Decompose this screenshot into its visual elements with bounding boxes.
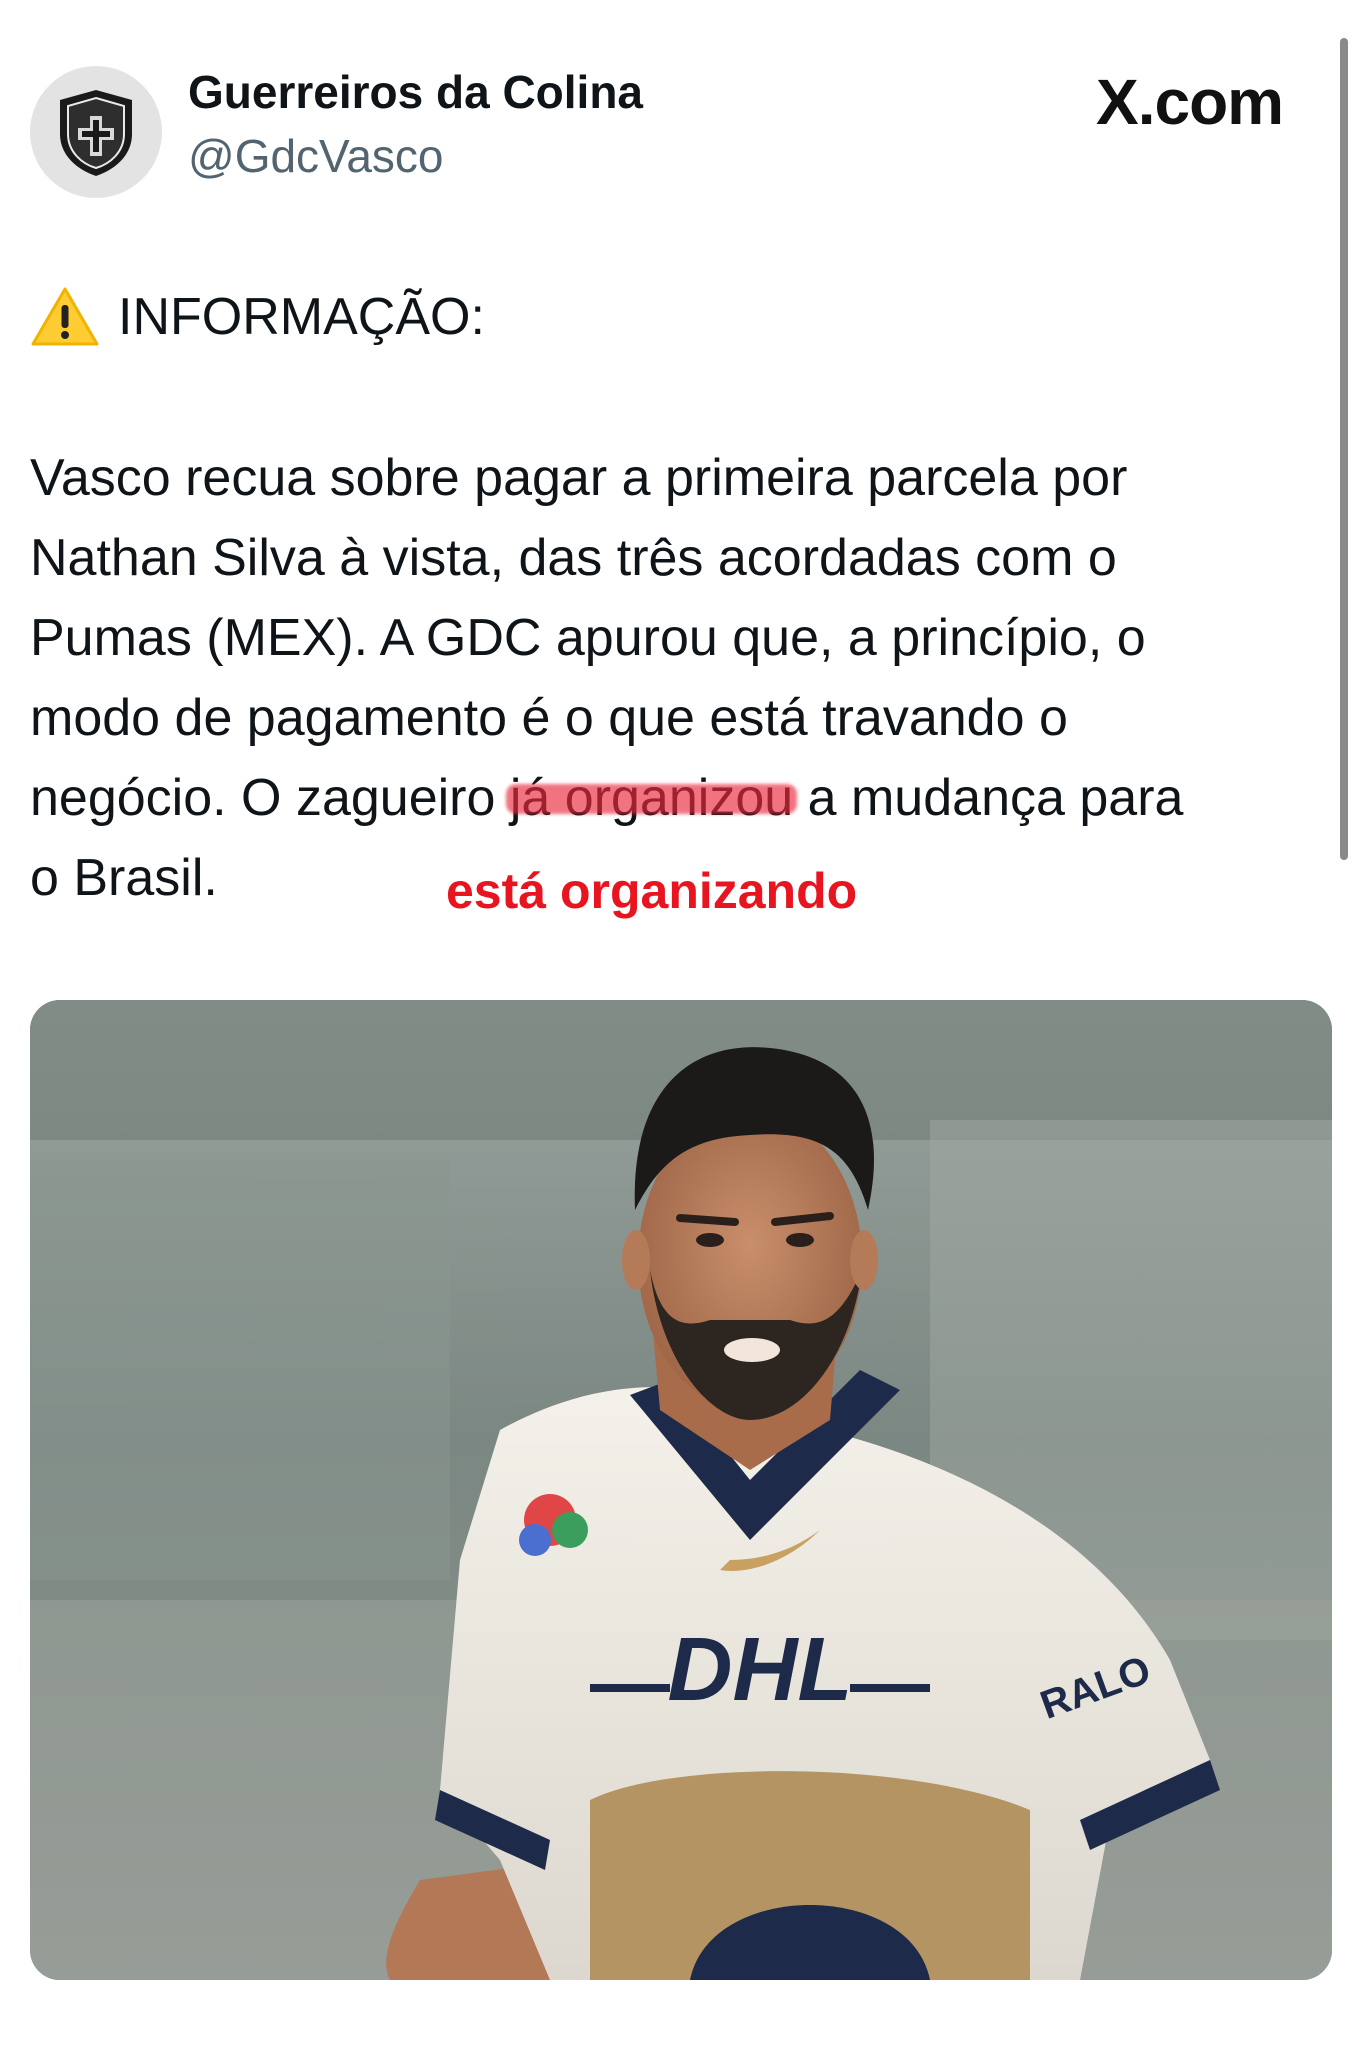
tweet-text-line: Pumas (MEX). A GDC apurou que, a princíp… (30, 609, 1146, 667)
struck-out-text: já organizou (505, 758, 798, 838)
info-label: INFORMAÇÃO: (118, 288, 485, 346)
warning-icon (31, 287, 99, 346)
user-handle[interactable]: @GdcVasco (188, 128, 444, 184)
tweet-text: Vasco recua sobre pagar a primeira parce… (30, 438, 1330, 918)
scrollbar[interactable] (1340, 38, 1348, 860)
tweet-text-segment: negócio. O zagueiro (30, 769, 510, 827)
display-name[interactable]: Guerreiros da Colina (188, 64, 643, 120)
info-heading: INFORMAÇÃO: (30, 282, 485, 352)
tweet-text-line: Nathan Silva à vista, das três acordadas… (30, 529, 1117, 587)
source-watermark: X.com (1096, 66, 1284, 138)
tweet-text-line: negócio. O zagueiro já organizou a mudan… (30, 758, 1330, 838)
tweet-text-line: Vasco recua sobre pagar a primeira parce… (30, 449, 1128, 507)
player-photo: DHL RALO (30, 1000, 1332, 1980)
tweet-photo[interactable]: DHL RALO (30, 1000, 1332, 1980)
avatar[interactable] (30, 66, 162, 198)
correction-annotation: está organizando (446, 863, 858, 919)
shirt-sponsor-text: DHL (668, 1620, 853, 1720)
tweet-text-line: modo de pagamento é o que está travando … (30, 689, 1068, 747)
red-scribble-mark (505, 784, 798, 814)
tweet-text-segment: a mudança para (793, 769, 1184, 827)
vasco-shield-icon (60, 90, 132, 176)
